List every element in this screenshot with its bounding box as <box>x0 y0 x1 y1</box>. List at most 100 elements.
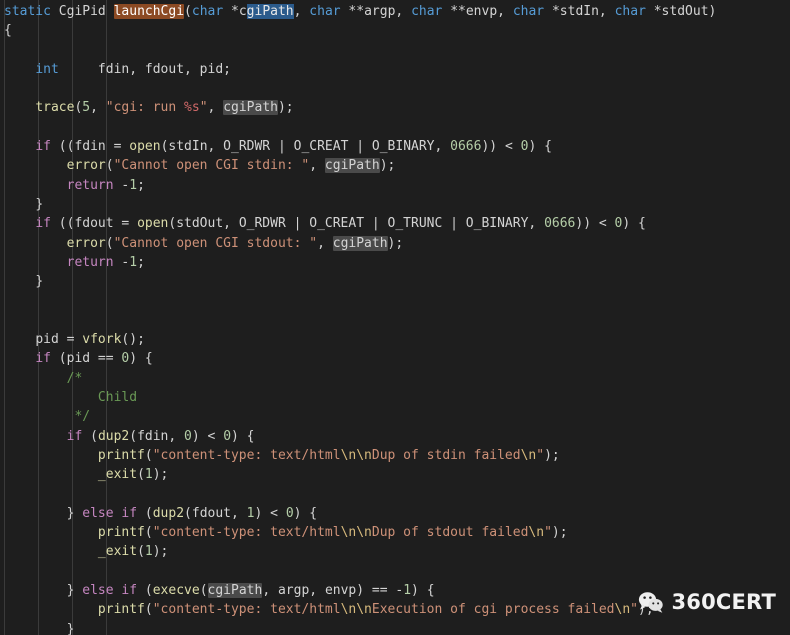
code-token: (pid == <box>50 351 122 367</box>
code-line[interactable] <box>0 118 790 137</box>
code-token: **envp, <box>442 4 513 19</box>
code-token: "cgi: run <box>105 100 185 116</box>
code-line[interactable]: int fdin, fdout, pid; <box>0 60 790 79</box>
code-line[interactable]: error("Cannot open CGI stdin: ", cgiPath… <box>0 156 790 175</box>
code-token: \n <box>520 447 537 463</box>
code-token: ) { <box>411 582 435 598</box>
code-content[interactable]: static CgiPid launchCgi(char *cgiPath, c… <box>0 0 790 635</box>
code-token: *stdOut) <box>645 4 717 19</box>
code-line[interactable]: } else if (dup2(fdout, 1) < 0) { <box>0 504 790 523</box>
code-token: *c <box>223 4 247 19</box>
code-line[interactable]: return -1; <box>0 176 790 195</box>
code-line[interactable] <box>0 484 790 503</box>
code-token: 0666 <box>544 216 576 232</box>
code-token: } <box>35 274 44 290</box>
code-token: **argp, <box>340 4 412 19</box>
code-token: } <box>66 621 75 635</box>
code-line[interactable] <box>0 562 790 581</box>
watermark: 360CERT <box>638 591 776 613</box>
code-token: Dup of stdout failed <box>371 525 529 541</box>
code-token: ; <box>137 254 145 270</box>
code-editor[interactable]: static CgiPid launchCgi(char *cgiPath, c… <box>0 0 790 635</box>
code-line[interactable]: pid = vfork(); <box>0 330 790 349</box>
code-line[interactable]: return -1; <box>0 253 790 272</box>
code-token: error <box>66 235 106 251</box>
occur-highlight: cgiPath <box>207 582 263 598</box>
code-line[interactable]: _exit(1); <box>0 465 790 484</box>
code-token: 0 <box>285 505 294 521</box>
code-line[interactable]: if ((fdout = open(stdOut, O_RDWR | O_CRE… <box>0 214 790 233</box>
code-token: ( <box>144 525 153 541</box>
code-token: - <box>113 177 130 193</box>
code-line[interactable]: error("Cannot open CGI stdout: ", cgiPat… <box>0 234 790 253</box>
code-token: (stdOut, O_RDWR | O_CREAT | O_TRUNC | O_… <box>168 216 545 232</box>
occur-highlight: cgiPath <box>223 100 278 116</box>
code-line[interactable]: trace(5, "cgi: run %s", cgiPath); <box>0 98 790 117</box>
code-token: char <box>309 4 341 19</box>
code-line[interactable]: /* <box>0 369 790 388</box>
code-token: \n <box>528 525 545 541</box>
code-token: ( <box>137 544 145 560</box>
code-token: return <box>66 177 114 193</box>
code-token: printf <box>97 447 145 463</box>
code-line[interactable]: Child <box>0 388 790 407</box>
code-token: "Cannot open CGI stdin: " <box>113 158 310 174</box>
code-token: _exit <box>97 544 138 560</box>
code-token: else <box>82 582 114 598</box>
code-line[interactable] <box>0 311 790 330</box>
code-token: trace <box>35 100 75 116</box>
code-line[interactable] <box>0 41 790 60</box>
code-line[interactable]: */ <box>0 407 790 426</box>
code-token: (fdout, <box>184 505 247 521</box>
code-token: int <box>35 61 59 77</box>
code-token: } <box>66 582 83 598</box>
code-token: ( <box>137 505 153 521</box>
code-line[interactable] <box>0 291 790 310</box>
code-line[interactable]: if (dup2(fdin, 0) < 0) { <box>0 427 790 446</box>
code-token: if <box>121 505 138 521</box>
code-token: error <box>66 158 106 174</box>
code-line[interactable]: } <box>0 620 790 635</box>
code-token: " <box>630 602 638 618</box>
code-token: pid = <box>35 332 83 348</box>
code-token: \n <box>614 602 631 618</box>
code-token: 0 <box>184 428 192 444</box>
code-line[interactable]: } <box>0 272 790 291</box>
code-token: return <box>66 254 114 270</box>
code-line[interactable]: { <box>0 21 790 40</box>
code-token: ); <box>551 525 568 541</box>
code-token: char <box>512 4 545 19</box>
code-token: } <box>66 505 83 521</box>
code-token: " <box>544 525 552 541</box>
code-line[interactable]: if (pid == 0) { <box>0 349 790 368</box>
code-line[interactable]: } <box>0 195 790 214</box>
occur-highlight: cgiPath <box>324 158 380 174</box>
code-line[interactable] <box>0 79 790 98</box>
wechat-icon <box>639 592 664 613</box>
code-token: , argp, envp) == - <box>262 582 404 598</box>
code-token: \n <box>356 447 372 463</box>
code-line[interactable]: static CgiPid launchCgi(char *cgiPath, c… <box>0 2 790 21</box>
code-token: ((fdin = <box>50 139 130 155</box>
code-token: vfork <box>82 332 122 348</box>
code-token: CgiPid <box>58 4 106 19</box>
code-line[interactable]: printf("content-type: text/html\n\nDup o… <box>0 523 790 542</box>
code-line[interactable]: printf("content-type: text/html\n\nDup o… <box>0 446 790 465</box>
code-line[interactable]: if ((fdin = open(stdIn, O_RDWR | O_CREAT… <box>0 137 790 156</box>
code-token: ); <box>544 447 560 463</box>
code-token: 0666 <box>450 139 482 155</box>
code-line[interactable]: _exit(1); <box>0 542 790 561</box>
code-token: , <box>207 100 224 116</box>
